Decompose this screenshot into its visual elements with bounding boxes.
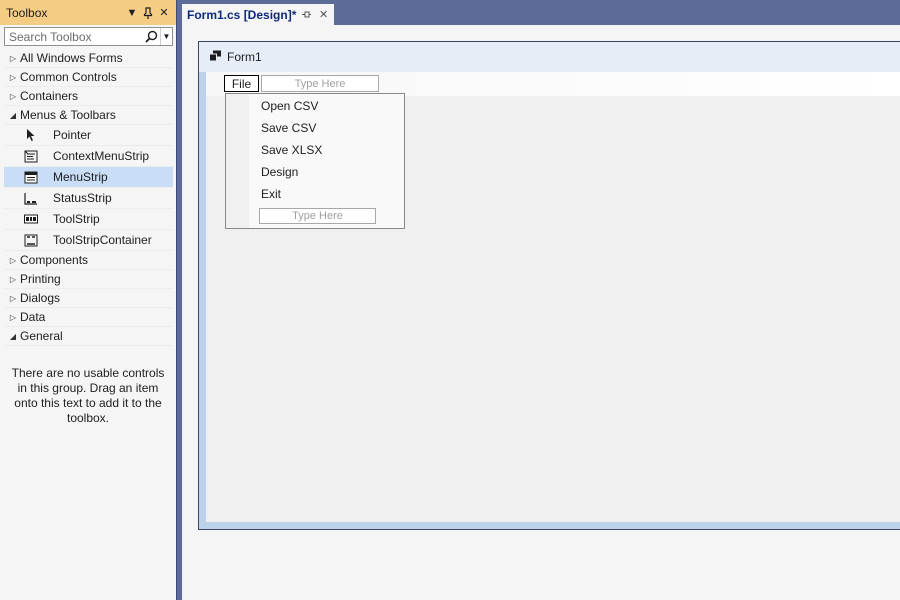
tool-toolstripcontainer[interactable]: ToolStripContainer bbox=[4, 230, 173, 251]
menu-strip-icon bbox=[22, 169, 40, 185]
category-dialogs[interactable]: ▷ Dialogs bbox=[4, 289, 173, 308]
dropdown-type-here-input[interactable]: Type Here bbox=[259, 208, 376, 224]
pin-tab-icon[interactable] bbox=[300, 8, 313, 22]
tool-toolstrip[interactable]: ToolStrip bbox=[4, 209, 173, 230]
dropdown-image-margin bbox=[226, 94, 249, 228]
tab-form1-design[interactable]: Form1.cs [Design]* ✕ bbox=[182, 4, 334, 25]
category-data[interactable]: ▷ Data bbox=[4, 308, 173, 327]
tab-label: Form1.cs [Design]* bbox=[187, 7, 297, 22]
toolbox-list: ▷ All Windows Forms ▷ Common Controls ▷ … bbox=[4, 49, 173, 346]
category-label: Printing bbox=[20, 272, 61, 286]
category-containers[interactable]: ▷ Containers bbox=[4, 87, 173, 106]
tool-strip-container-icon bbox=[22, 232, 40, 248]
menu-item-save-csv[interactable]: Save CSV bbox=[261, 121, 316, 135]
expand-icon[interactable]: ▷ bbox=[6, 275, 20, 284]
tool-menustrip[interactable]: MenuStrip bbox=[4, 167, 173, 188]
toolbox-search: ▼ bbox=[4, 27, 173, 46]
tool-statusstrip[interactable]: StatusStrip bbox=[4, 188, 173, 209]
category-label: All Windows Forms bbox=[20, 51, 123, 65]
close-icon[interactable]: ✕ bbox=[156, 5, 172, 21]
form-icon bbox=[209, 50, 222, 65]
tool-label: Pointer bbox=[53, 128, 92, 142]
pointer-icon bbox=[22, 127, 40, 143]
window-position-dropdown-icon[interactable]: ▼ bbox=[124, 5, 140, 21]
category-all-windows-forms[interactable]: ▷ All Windows Forms bbox=[4, 49, 173, 68]
tool-label: StatusStrip bbox=[53, 191, 112, 205]
category-label: Data bbox=[20, 310, 46, 324]
menu-item-exit[interactable]: Exit bbox=[261, 187, 281, 201]
tool-label: ContextMenuStrip bbox=[53, 149, 150, 163]
category-label: Menus & Toolbars bbox=[20, 108, 116, 122]
form-title-bar[interactable]: Form1 bbox=[199, 42, 900, 72]
tool-label: ToolStrip bbox=[53, 212, 100, 226]
menu-item-design[interactable]: Design bbox=[261, 165, 298, 179]
category-label: Containers bbox=[20, 89, 79, 103]
expand-icon[interactable]: ▷ bbox=[6, 256, 20, 265]
category-components[interactable]: ▷ Components bbox=[4, 251, 173, 270]
collapse-icon[interactable]: ◢ bbox=[6, 111, 20, 120]
search-options-dropdown-icon[interactable]: ▼ bbox=[160, 28, 172, 45]
status-strip-icon bbox=[22, 190, 40, 206]
expand-icon[interactable]: ▷ bbox=[6, 73, 20, 82]
tool-contextmenustrip[interactable]: ContextMenuStrip bbox=[4, 146, 173, 167]
toolbox-title: Toolbox bbox=[6, 5, 48, 20]
toolbox-panel: Toolbox ▼ ✕ ▼ ▷ All Windows Forms ▷ Comm… bbox=[0, 0, 177, 600]
toolbox-header: Toolbox ▼ ✕ bbox=[0, 0, 176, 25]
category-label: General bbox=[20, 329, 63, 343]
tool-strip-icon bbox=[22, 211, 40, 227]
menu-type-here-input[interactable]: Type Here bbox=[261, 75, 379, 92]
expand-icon[interactable]: ▷ bbox=[6, 92, 20, 101]
expand-icon[interactable]: ▷ bbox=[6, 313, 20, 322]
menu-item-save-xlsx[interactable]: Save XLSX bbox=[261, 143, 322, 157]
search-icon[interactable] bbox=[142, 28, 160, 45]
close-tab-icon[interactable]: ✕ bbox=[317, 8, 330, 22]
collapse-icon[interactable]: ◢ bbox=[6, 332, 20, 341]
category-label: Components bbox=[20, 253, 89, 267]
file-dropdown-menu: Open CSV Save CSV Save XLSX Design Exit … bbox=[225, 93, 405, 229]
toolbox-empty-message[interactable]: There are no usable controls in this gro… bbox=[8, 366, 168, 426]
search-input[interactable] bbox=[5, 28, 142, 45]
pin-icon[interactable] bbox=[140, 5, 156, 21]
tool-label: ToolStripContainer bbox=[53, 233, 152, 247]
category-common-controls[interactable]: ▷ Common Controls bbox=[4, 68, 173, 87]
expand-icon[interactable]: ▷ bbox=[6, 54, 20, 63]
category-general[interactable]: ◢ General bbox=[4, 327, 173, 346]
category-menus-toolbars[interactable]: ◢ Menus & Toolbars bbox=[4, 106, 173, 125]
tool-label: MenuStrip bbox=[53, 170, 108, 184]
context-menu-strip-icon bbox=[22, 148, 40, 164]
menu-item-open-csv[interactable]: Open CSV bbox=[261, 99, 318, 113]
category-printing[interactable]: ▷ Printing bbox=[4, 270, 173, 289]
menu-item-file[interactable]: File bbox=[224, 75, 259, 92]
expand-icon[interactable]: ▷ bbox=[6, 294, 20, 303]
category-label: Common Controls bbox=[20, 70, 117, 84]
form-title: Form1 bbox=[227, 50, 262, 64]
category-label: Dialogs bbox=[20, 291, 61, 305]
tool-pointer[interactable]: Pointer bbox=[4, 125, 173, 146]
